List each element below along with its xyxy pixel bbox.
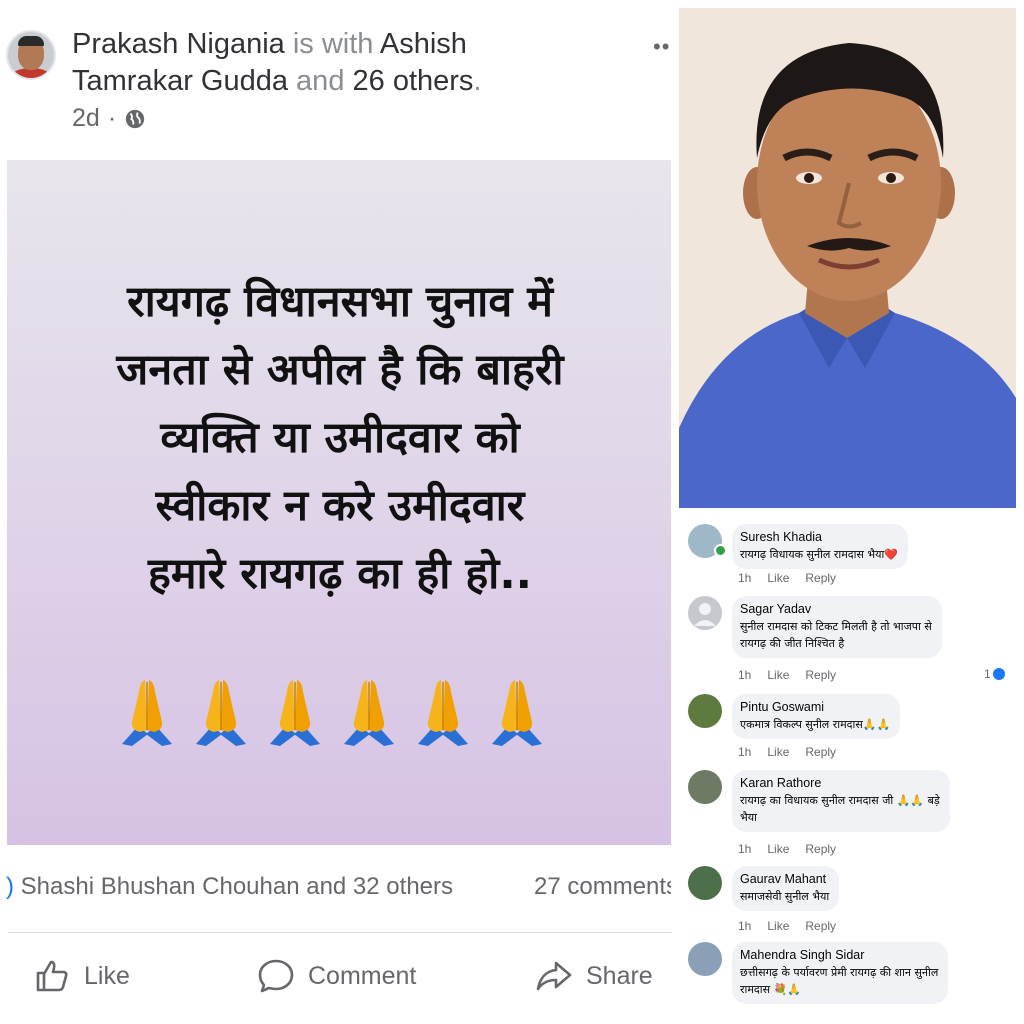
folded-hands-icon: [492, 680, 542, 746]
commenter-name[interactable]: Mahendra Singh Sidar: [740, 947, 938, 964]
comment-text-line: छत्तीसगढ़ के पर्यावरण प्रेमी रायगढ़ की श…: [740, 966, 939, 979]
folded-hands-icon: [344, 680, 394, 746]
commenter-name[interactable]: Sagar Yadav: [740, 601, 932, 618]
comment-actions: 1h Like Reply: [738, 668, 836, 682]
commenter-avatar[interactable]: [688, 866, 722, 900]
divider: [8, 932, 672, 933]
author-avatar[interactable]: [6, 30, 56, 80]
comment-text: एकमात्र विकल्प सुनील रामदास🙏🙏: [740, 718, 891, 731]
comment-actions: 1h Like Reply: [738, 571, 836, 585]
commenter-avatar[interactable]: [688, 596, 722, 630]
tagged-others-link[interactable]: 26 others: [353, 65, 474, 97]
comment-like-link[interactable]: Like: [767, 842, 789, 856]
speech-bubble-icon: [258, 959, 294, 993]
share-arrow-icon: [536, 961, 572, 991]
comment-reply-link[interactable]: Reply: [805, 745, 836, 759]
folded-hands-icon: [122, 680, 172, 746]
commenter-avatar[interactable]: [688, 942, 722, 976]
post-meta: 2d ·: [72, 104, 146, 133]
post-text-line: व्यक्ति या उमीदवार को: [160, 413, 520, 463]
comment-text-line: रामदास 💐🙏: [740, 983, 801, 996]
default-avatar-icon: [694, 603, 716, 626]
share-button[interactable]: Share: [534, 952, 653, 1000]
folded-hands-icon: [270, 680, 320, 746]
commenter-name[interactable]: Suresh Khadia: [740, 529, 898, 546]
more-options-button[interactable]: ••: [653, 34, 670, 60]
reactions-summary[interactable]: ) Shashi Bhushan Chouhan and 32 others: [6, 873, 453, 901]
like-reaction-icon: [992, 668, 1005, 680]
comment-reaction-count[interactable]: 1: [984, 667, 1005, 681]
post-text: रायगढ़ विधानसभा चुनाव में जनता से अपील ह…: [0, 268, 680, 608]
post-text-line: रायगढ़ विधानसभा चुनाव में: [127, 277, 553, 327]
comment-reply-link[interactable]: Reply: [805, 919, 836, 933]
globe-icon: [125, 109, 145, 128]
commenter-avatar[interactable]: [688, 770, 722, 804]
post-text-line: स्वीकार न करे उमीदवार: [155, 481, 525, 531]
commenter-avatar[interactable]: [688, 694, 722, 728]
commenter-name[interactable]: Pintu Goswami: [740, 699, 890, 716]
commenter-name[interactable]: Karan Rathore: [740, 775, 940, 792]
post-text-line: जनता से अपील है कि बाहरी: [116, 345, 564, 395]
comment-bubble: Karan Rathore रायगढ़ का विधायक सुनील राम…: [732, 770, 950, 832]
commenter-name[interactable]: Gaurav Mahant: [740, 871, 829, 888]
comment-time[interactable]: 1h: [738, 571, 751, 585]
comment-bubble: Mahendra Singh Sidar छत्तीसगढ़ के पर्याव…: [732, 942, 949, 1004]
comment-time[interactable]: 1h: [738, 842, 751, 856]
comment-text: समाजसेवी सुनील भैया: [740, 890, 830, 903]
comment-text-line: रायगढ़ का विधायक सुनील रामदास जी 🙏🙏 बड़े: [740, 794, 940, 807]
comment-bubble: Pintu Goswami एकमात्र विकल्प सुनील रामदा…: [732, 694, 901, 739]
profile-photo: [679, 8, 1016, 508]
comment-actions: 1h Like Reply: [738, 919, 836, 933]
comment-reply-link[interactable]: Reply: [805, 571, 836, 585]
comment-time[interactable]: 1h: [738, 919, 751, 933]
comment-time[interactable]: 1h: [738, 668, 751, 682]
comment-actions: 1h Like Reply: [738, 745, 836, 759]
comment-text-line: रायगढ़ की जीत निश्चित है: [740, 637, 845, 650]
thumbs-up-icon: [36, 960, 68, 992]
comment-text-line: भैया: [740, 811, 757, 824]
post-text-line: हमारे रायगढ़ का ही हो..: [147, 549, 532, 599]
post-header: Prakash Nigania is with Ashish Tamrakar …: [72, 28, 482, 97]
comment-time[interactable]: 1h: [738, 745, 751, 759]
folded-hands-row: [118, 676, 546, 746]
comments-count[interactable]: 27 comments: [534, 873, 671, 901]
post-timestamp[interactable]: 2d: [72, 104, 100, 133]
comment-like-link[interactable]: Like: [767, 668, 789, 682]
portrait-illustration: [679, 8, 1016, 508]
comment-like-link[interactable]: Like: [767, 571, 789, 585]
like-button[interactable]: Like: [32, 952, 130, 1000]
comment-reply-link[interactable]: Reply: [805, 668, 836, 682]
comment-like-link[interactable]: Like: [767, 745, 789, 759]
comment-button[interactable]: Comment: [256, 952, 416, 1000]
folded-hands-icon: [196, 680, 246, 746]
comment-bubble: Suresh Khadia रायगढ़ विधायक सुनील रामदास…: [732, 524, 909, 569]
folded-hands-icon: [418, 680, 468, 746]
comment-bubble: Sagar Yadav सुनील रामदास को टिकट मिलती ह…: [732, 596, 942, 658]
comment-text-line: सुनील रामदास को टिकट मिलती है तो भाजपा स…: [740, 620, 932, 633]
comment-actions: 1h Like Reply: [738, 842, 836, 856]
comment-bubble: Gaurav Mahant समाजसेवी सुनील भैया: [732, 866, 840, 911]
comment-text: रायगढ़ विधायक सुनील रामदास भैया❤️: [740, 548, 899, 561]
comment-like-link[interactable]: Like: [767, 919, 789, 933]
comment-reply-link[interactable]: Reply: [805, 842, 836, 856]
author-name-link[interactable]: Prakash Nigania: [72, 28, 285, 60]
online-status-dot: [714, 544, 727, 557]
